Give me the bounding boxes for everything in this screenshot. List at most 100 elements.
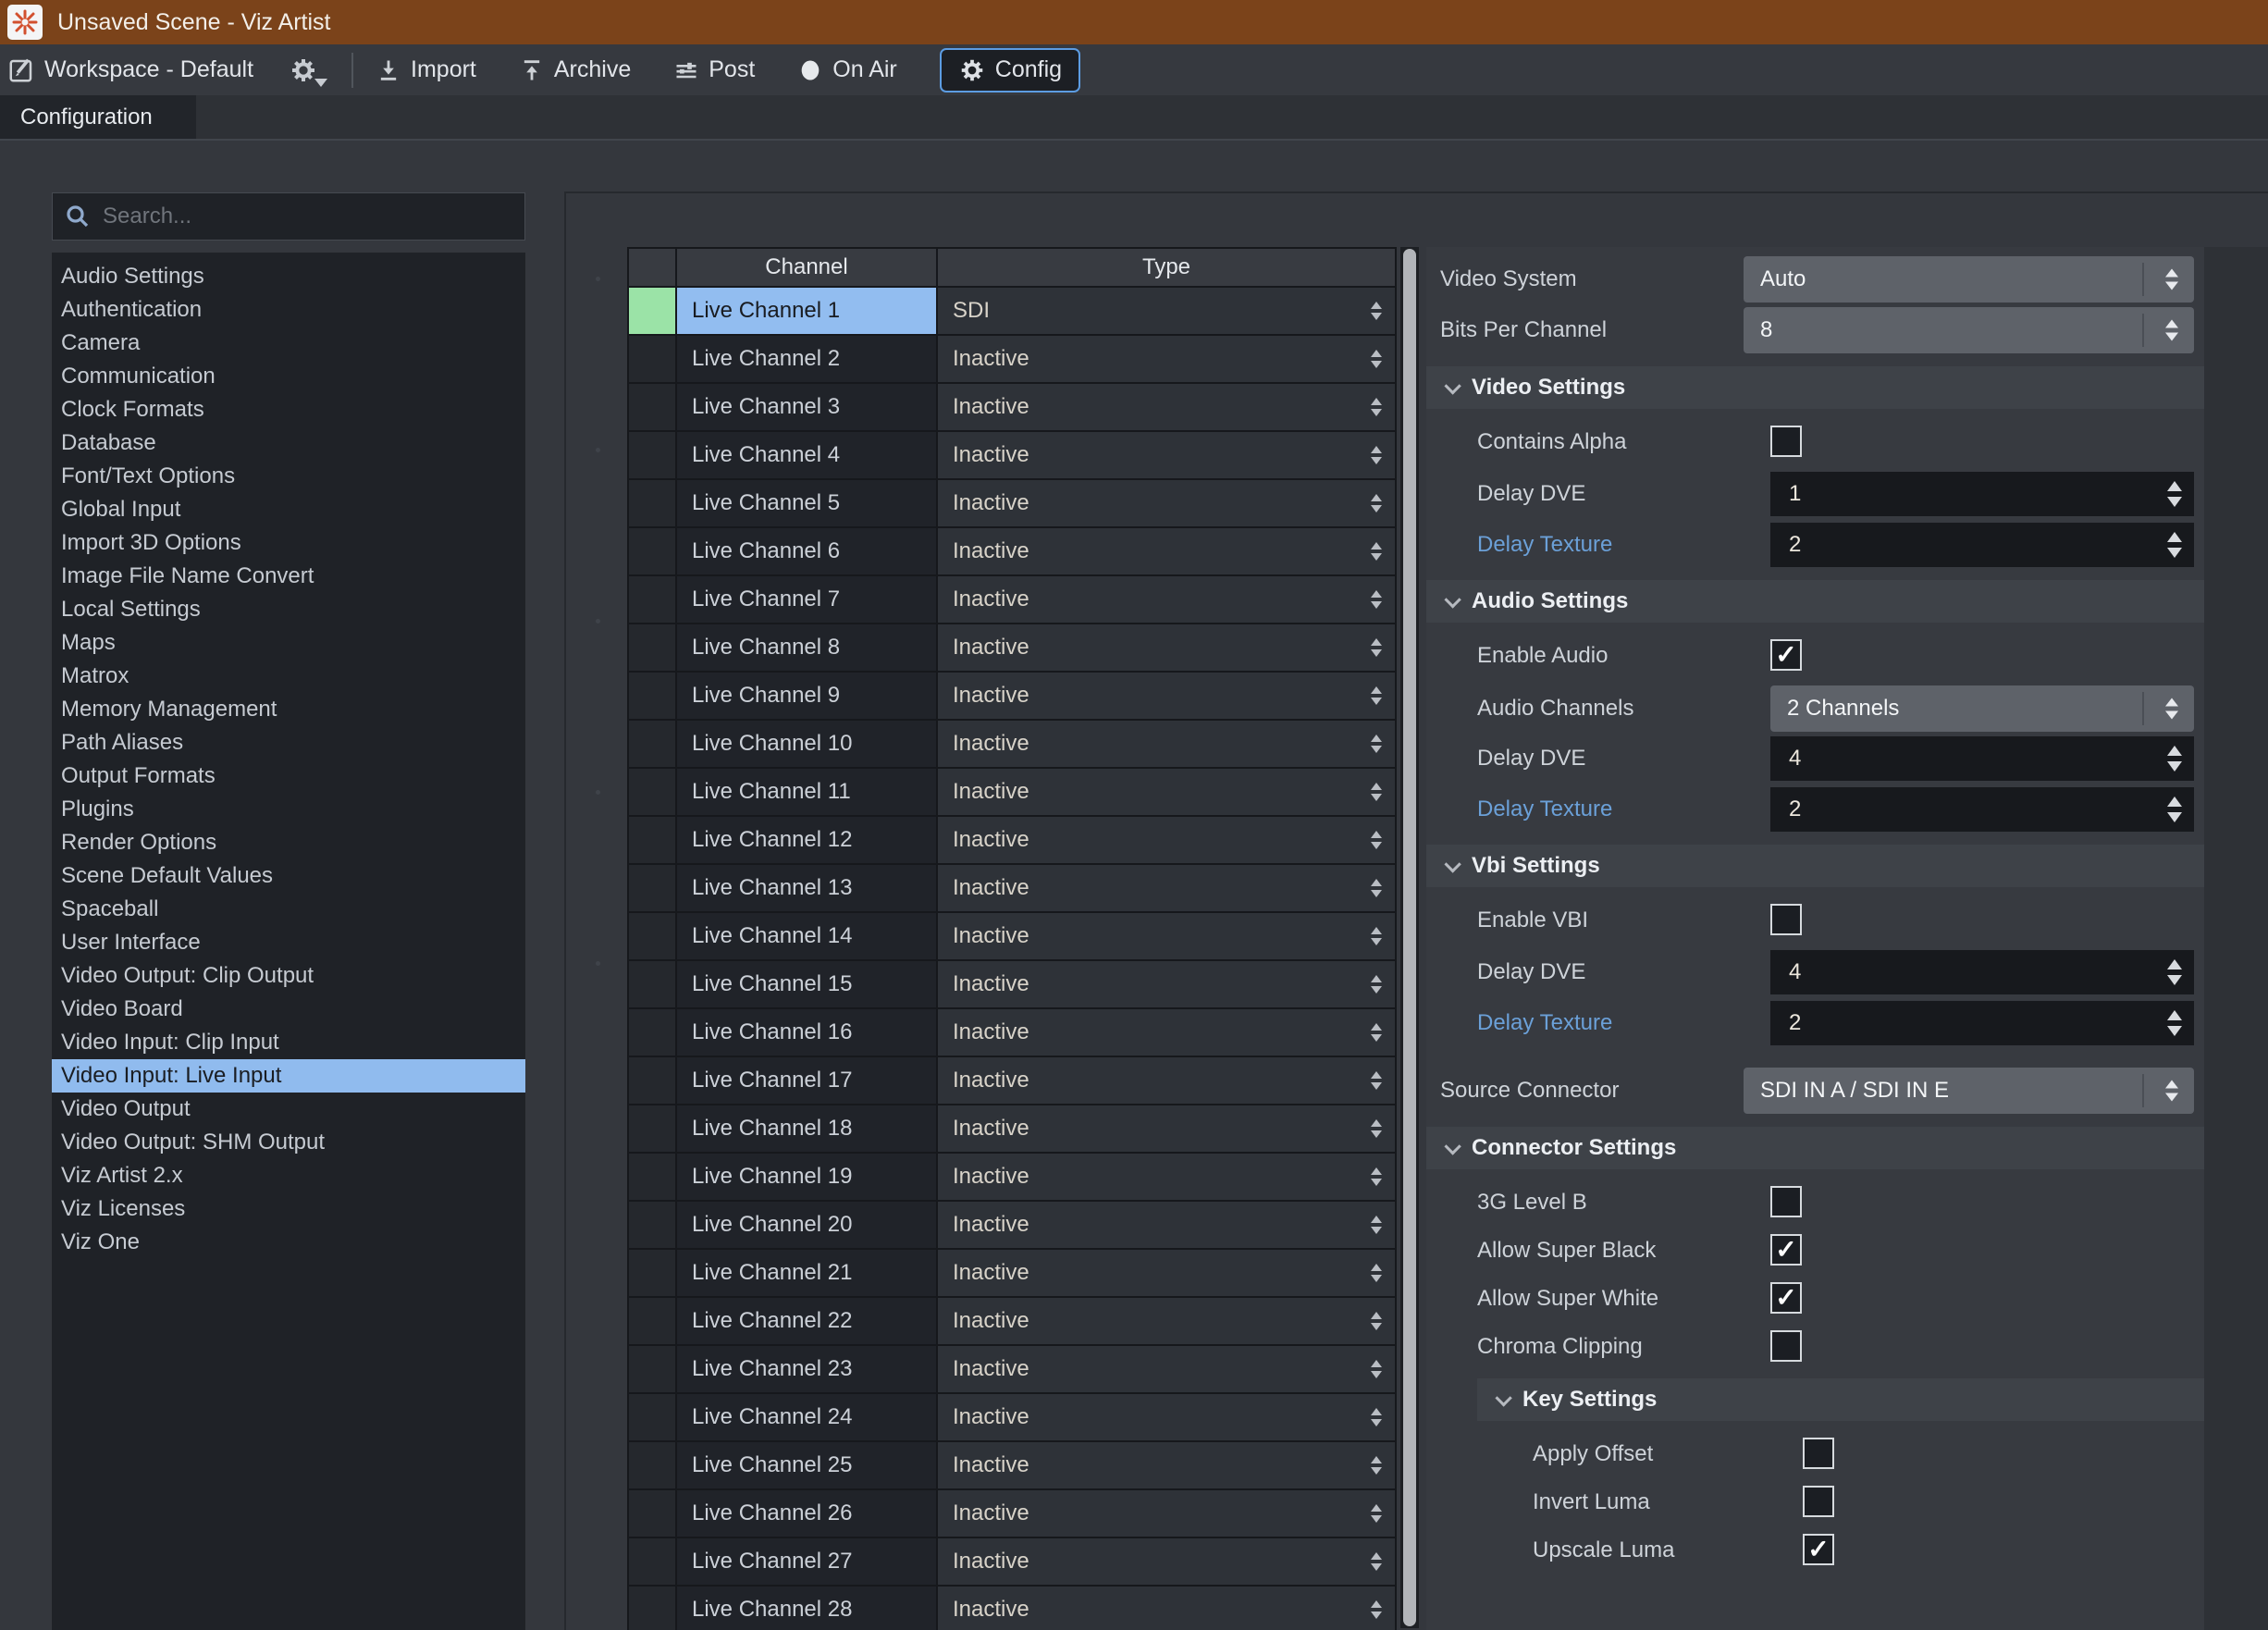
channel-cell[interactable]: Live Channel 11 <box>677 769 936 815</box>
upscale-luma-checkbox[interactable] <box>1803 1534 1834 1565</box>
tab-configuration[interactable]: Configuration <box>0 95 196 139</box>
type-select[interactable]: Inactive <box>938 1202 1395 1248</box>
channel-cell[interactable]: Live Channel 18 <box>677 1105 936 1152</box>
type-select[interactable]: Inactive <box>938 384 1395 430</box>
section-header-vbi-settings[interactable]: Vbi Settings <box>1426 845 2206 887</box>
sidebar-item[interactable]: Image File Name Convert <box>52 560 525 593</box>
channel-cell[interactable]: Live Channel 17 <box>677 1057 936 1104</box>
post-button[interactable]: Post <box>673 56 755 83</box>
contains-alpha-checkbox[interactable] <box>1770 426 1802 457</box>
source-connector-dropdown[interactable]: SDI IN A / SDI IN E <box>1744 1068 2194 1114</box>
type-select[interactable]: Inactive <box>938 1057 1395 1104</box>
channel-cell[interactable]: Live Channel 2 <box>677 336 936 382</box>
type-select[interactable]: Inactive <box>938 1105 1395 1152</box>
sidebar-item[interactable]: Maps <box>52 626 525 660</box>
delay-texture-spinner[interactable]: 2 <box>1770 1001 2194 1045</box>
type-select[interactable]: Inactive <box>938 1346 1395 1392</box>
sidebar-item[interactable]: Path Aliases <box>52 726 525 759</box>
channel-cell[interactable]: Live Channel 22 <box>677 1298 936 1344</box>
workspace-button[interactable]: Workspace - Default <box>7 56 253 84</box>
type-select[interactable]: Inactive <box>938 913 1395 959</box>
delay-texture-spinner[interactable]: 2 <box>1770 523 2194 567</box>
type-select[interactable]: Inactive <box>938 721 1395 767</box>
type-select[interactable]: Inactive <box>938 817 1395 863</box>
type-select[interactable]: Inactive <box>938 336 1395 382</box>
type-select[interactable]: Inactive <box>938 673 1395 719</box>
channel-cell[interactable]: Live Channel 14 <box>677 913 936 959</box>
type-select[interactable]: Inactive <box>938 1490 1395 1537</box>
chroma-clipping-checkbox[interactable] <box>1770 1330 1802 1362</box>
type-select[interactable]: Inactive <box>938 1298 1395 1344</box>
sidebar-item[interactable]: Scene Default Values <box>52 859 525 893</box>
sidebar-item[interactable]: Database <box>52 426 525 460</box>
sidebar-item[interactable]: Video Output: SHM Output <box>52 1126 525 1159</box>
type-select[interactable]: Inactive <box>938 1442 1395 1488</box>
search-input[interactable] <box>103 204 513 229</box>
type-select[interactable]: Inactive <box>938 624 1395 671</box>
enable-audio-checkbox[interactable] <box>1770 639 1802 671</box>
allow-super-black-checkbox[interactable] <box>1770 1234 1802 1266</box>
channel-cell[interactable]: Live Channel 19 <box>677 1154 936 1200</box>
channel-cell[interactable]: Live Channel 23 <box>677 1346 936 1392</box>
channel-cell[interactable]: Live Channel 26 <box>677 1490 936 1537</box>
sidebar-item[interactable]: Font/Text Options <box>52 460 525 493</box>
channel-cell[interactable]: Live Channel 6 <box>677 528 936 574</box>
channel-cell[interactable]: Live Channel 7 <box>677 576 936 623</box>
delay-dve-spinner[interactable]: 4 <box>1770 736 2194 781</box>
type-select[interactable]: Inactive <box>938 480 1395 526</box>
sidebar-item[interactable]: Render Options <box>52 826 525 859</box>
sidebar-item-selected[interactable]: Video Input: Live Input <box>52 1059 525 1093</box>
on-air-button[interactable]: On Air <box>797 56 897 83</box>
channel-cell[interactable]: Live Channel 5 <box>677 480 936 526</box>
invert-luma-checkbox[interactable] <box>1803 1486 1834 1517</box>
sidebar-item[interactable]: Video Board <box>52 993 525 1026</box>
channel-cell[interactable]: Live Channel 15 <box>677 961 936 1007</box>
video-system-dropdown[interactable]: Auto <box>1744 256 2194 303</box>
delay-texture-spinner[interactable]: 2 <box>1770 787 2194 832</box>
channel-cell[interactable]: Live Channel 12 <box>677 817 936 863</box>
type-select[interactable]: Inactive <box>938 1009 1395 1056</box>
table-scrollbar[interactable] <box>1403 249 1416 1626</box>
channel-cell[interactable]: Live Channel 21 <box>677 1250 936 1296</box>
type-select[interactable]: Inactive <box>938 1250 1395 1296</box>
sidebar-item[interactable]: Authentication <box>52 293 525 327</box>
splitter-handle[interactable] <box>596 277 601 1017</box>
channel-cell[interactable]: Live Channel 27 <box>677 1538 936 1585</box>
channel-cell[interactable]: Live Channel 25 <box>677 1442 936 1488</box>
channel-cell[interactable]: Live Channel 24 <box>677 1394 936 1440</box>
sidebar-item[interactable]: Video Input: Clip Input <box>52 1026 525 1059</box>
type-select[interactable]: Inactive <box>938 1538 1395 1585</box>
type-select[interactable]: Inactive <box>938 1394 1395 1440</box>
sidebar-item[interactable]: Viz One <box>52 1226 525 1259</box>
channel-cell[interactable]: Live Channel 13 <box>677 865 936 911</box>
section-header-video-settings[interactable]: Video Settings <box>1426 366 2206 409</box>
sidebar-item[interactable]: Viz Artist 2.x <box>52 1159 525 1192</box>
sidebar-item[interactable]: Spaceball <box>52 893 525 926</box>
sidebar-item[interactable]: Memory Management <box>52 693 525 726</box>
type-select[interactable]: Inactive <box>938 1587 1395 1630</box>
enable-vbi-checkbox[interactable] <box>1770 904 1802 935</box>
audio-channels-dropdown[interactable]: 2 Channels <box>1770 685 2194 732</box>
delay-dve-spinner[interactable]: 4 <box>1770 950 2194 994</box>
sidebar-item[interactable]: Video Output <box>52 1093 525 1126</box>
type-select[interactable]: Inactive <box>938 961 1395 1007</box>
channel-cell[interactable]: Live Channel 8 <box>677 624 936 671</box>
channel-cell[interactable]: Live Channel 10 <box>677 721 936 767</box>
sidebar-item[interactable]: Communication <box>52 360 525 393</box>
channel-cell[interactable]: Live Channel 9 <box>677 673 936 719</box>
sidebar-item[interactable]: Video Output: Clip Output <box>52 959 525 993</box>
sidebar-item[interactable]: Import 3D Options <box>52 526 525 560</box>
type-select[interactable]: Inactive <box>938 769 1395 815</box>
workspace-settings-button[interactable] <box>289 56 328 87</box>
type-select[interactable]: Inactive <box>938 432 1395 478</box>
sidebar-item[interactable]: Local Settings <box>52 593 525 626</box>
channel-cell[interactable]: Live Channel 1 <box>677 288 936 334</box>
type-select[interactable]: Inactive <box>938 528 1395 574</box>
sidebar-item[interactable]: Global Input <box>52 493 525 526</box>
channel-cell[interactable]: Live Channel 16 <box>677 1009 936 1056</box>
channel-cell[interactable]: Live Channel 4 <box>677 432 936 478</box>
archive-button[interactable]: Archive <box>519 56 631 83</box>
type-select[interactable]: Inactive <box>938 865 1395 911</box>
bits-per-channel-dropdown[interactable]: 8 <box>1744 307 2194 353</box>
sidebar-item[interactable]: Viz Licenses <box>52 1192 525 1226</box>
